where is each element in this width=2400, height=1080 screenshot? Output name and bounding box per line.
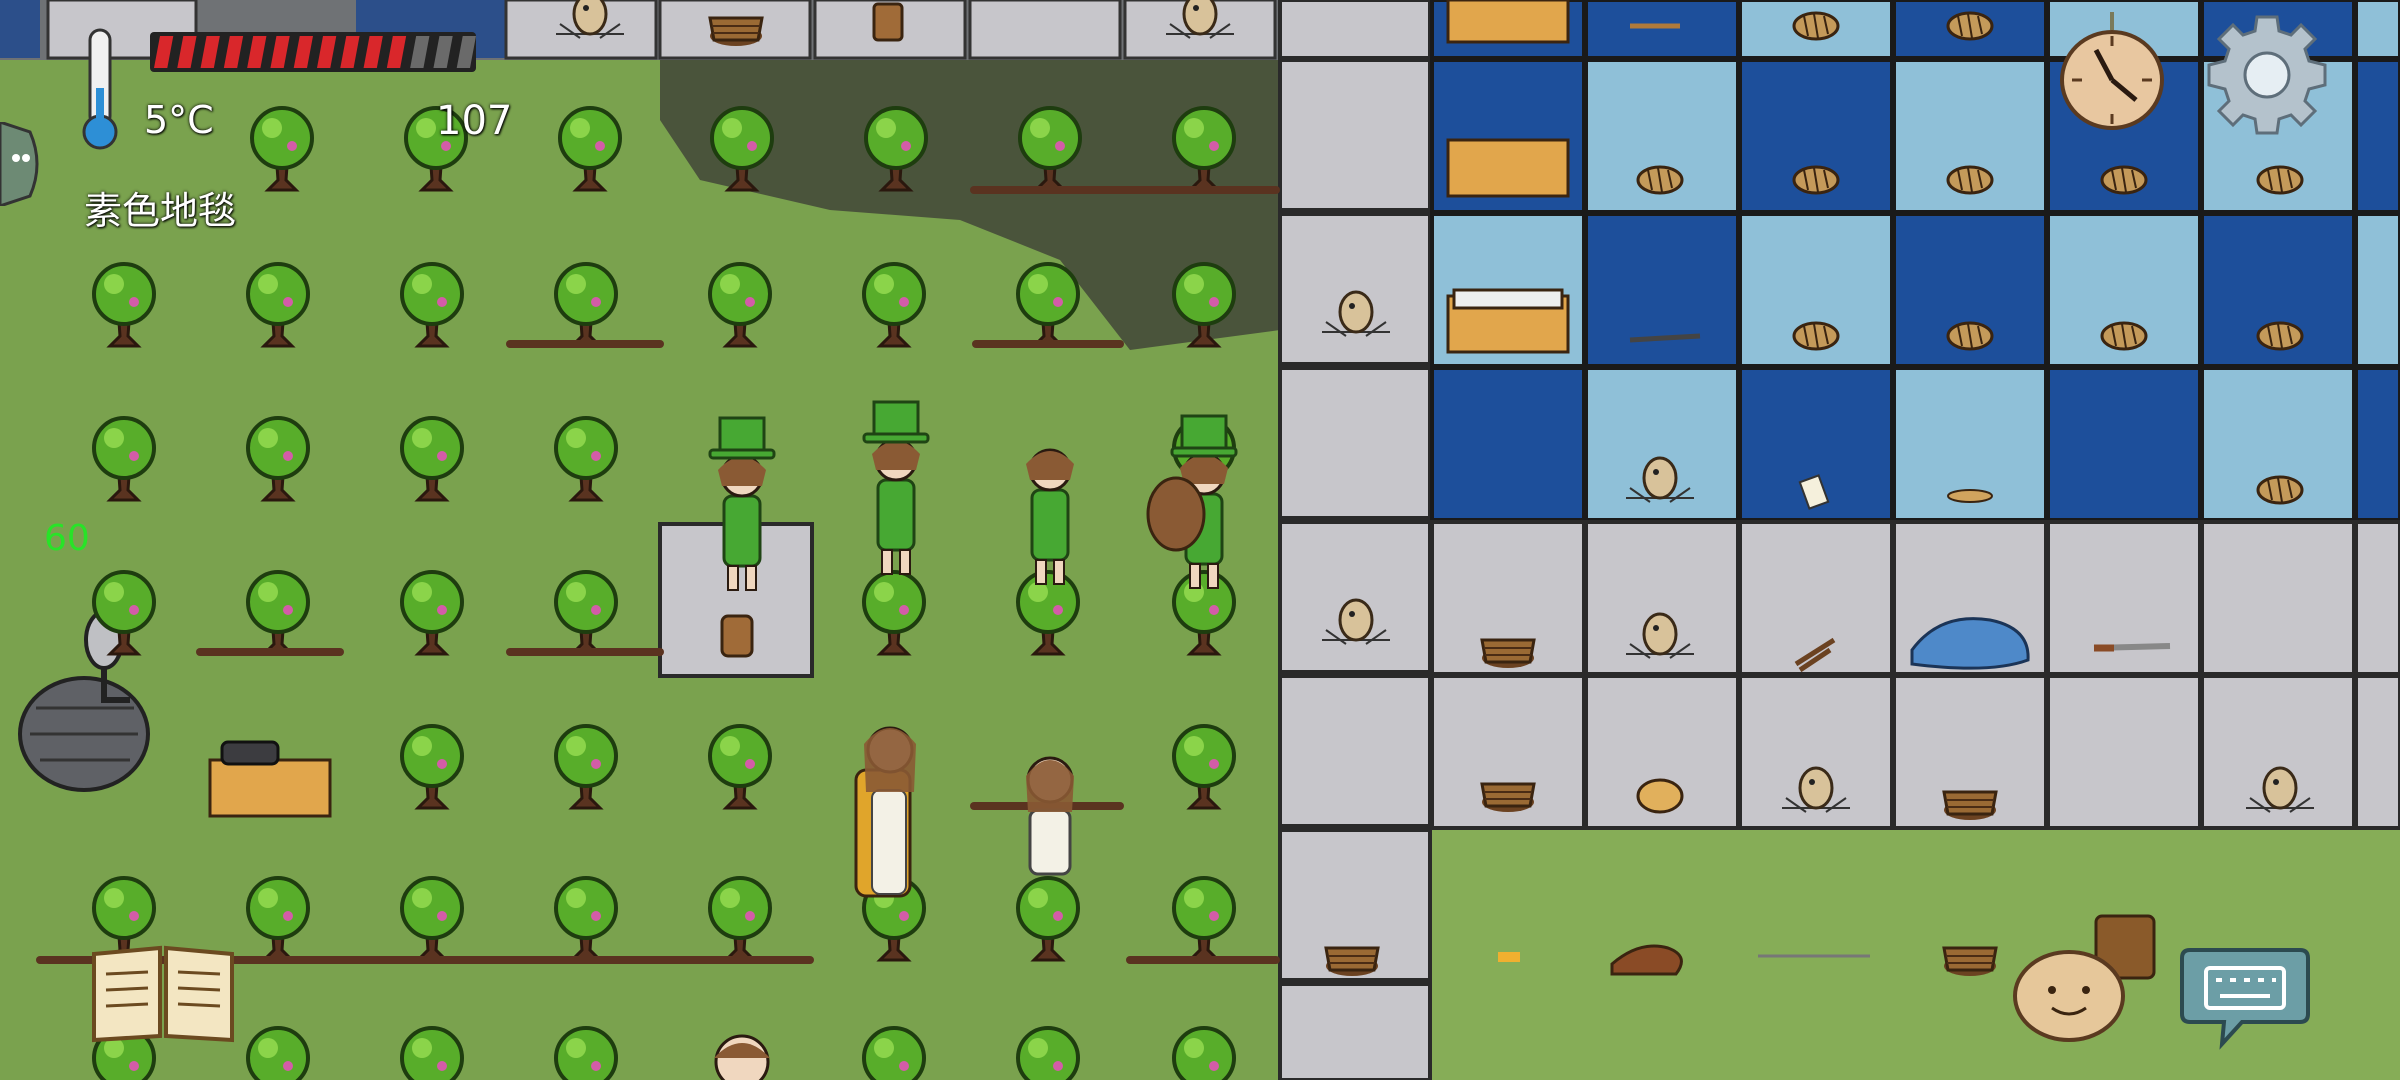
held-item-label: 素色地毯 <box>84 189 237 233</box>
game-world[interactable] <box>0 0 2400 1080</box>
emote-face-icon[interactable] <box>2012 946 2126 1042</box>
tech-tree-book-icon[interactable] <box>88 940 238 1044</box>
temperature-readout: 5°C <box>144 98 214 142</box>
clock-icon[interactable] <box>2056 6 2168 130</box>
keyboard-chat-icon[interactable] <box>2180 940 2310 1050</box>
thermometer-icon <box>82 28 118 154</box>
health-bar <box>150 32 476 72</box>
gear-icon[interactable] <box>2206 14 2328 136</box>
food-counter: 107 <box>436 98 513 144</box>
fps-counter: 60 <box>44 518 90 559</box>
side-tab-icon[interactable] <box>0 120 44 208</box>
